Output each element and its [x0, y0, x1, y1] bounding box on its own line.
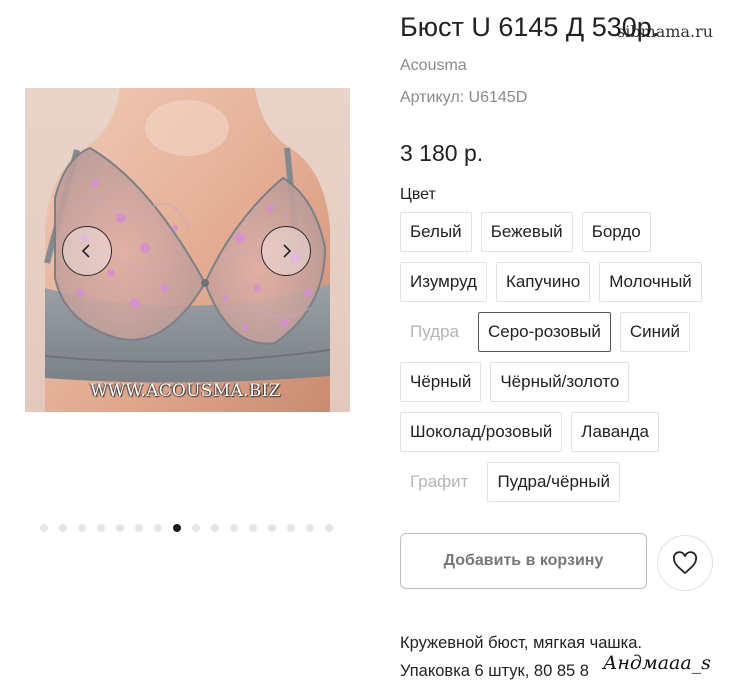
gallery-dot[interactable]: [230, 524, 238, 532]
gallery-dot[interactable]: [97, 524, 105, 532]
gallery-dot[interactable]: [173, 524, 181, 532]
color-option[interactable]: Чёрный: [400, 362, 482, 402]
gallery-dot[interactable]: [325, 524, 333, 532]
add-to-cart-button[interactable]: Добавить в корзину: [400, 533, 647, 589]
gallery-dot[interactable]: [154, 524, 162, 532]
image-watermark: WWW.ACOUSMA.BIZ: [90, 381, 281, 401]
gallery-dot[interactable]: [59, 524, 67, 532]
color-options: Белый Бежевый Бордо Изумруд Капучино Молочный…: [400, 212, 730, 502]
chevron-left-icon: [81, 244, 90, 258]
wishlist-button[interactable]: [657, 535, 713, 591]
color-label: Цвет: [400, 186, 436, 203]
color-option[interactable]: Шоколад/розовый: [400, 412, 563, 452]
color-option[interactable]: Пудра/чёрный: [487, 462, 621, 502]
product-brand: Acousma: [400, 57, 467, 74]
product-price: 3 180 р.: [400, 140, 484, 166]
color-option[interactable]: Чёрный/золото: [490, 362, 630, 402]
gallery-dot[interactable]: [192, 524, 200, 532]
chevron-right-icon: [283, 244, 292, 258]
gallery-pagination: [40, 524, 333, 532]
color-option[interactable]: Бордо: [581, 212, 651, 252]
color-option[interactable]: Молочный: [599, 262, 702, 302]
overlay-watermark-top: sibmama.ru: [617, 22, 714, 41]
gallery-dot[interactable]: [287, 524, 295, 532]
gallery-dot[interactable]: [306, 524, 314, 532]
gallery-dot[interactable]: [249, 524, 257, 532]
overlay-watermark-bottom: Андмааа_s: [603, 652, 711, 674]
gallery-dot[interactable]: [116, 524, 124, 532]
color-option[interactable]: Серо-розовый: [477, 312, 611, 352]
gallery-dot[interactable]: [268, 524, 276, 532]
gallery-dot[interactable]: [211, 524, 219, 532]
color-option[interactable]: Бежевый: [480, 212, 573, 252]
color-option[interactable]: Капучино: [495, 262, 591, 302]
product-sku: Артикул: U6145D: [400, 89, 528, 106]
color-option[interactable]: Изумруд: [400, 262, 487, 302]
color-option[interactable]: Синий: [619, 312, 690, 352]
gallery-prev-button[interactable]: [62, 226, 112, 276]
gallery-dot[interactable]: [78, 524, 86, 532]
color-option[interactable]: Лаванда: [571, 412, 659, 452]
color-option[interactable]: Белый: [400, 212, 472, 252]
color-option: Пудра: [400, 312, 469, 352]
gallery-dot[interactable]: [40, 524, 48, 532]
heart-icon: [673, 551, 697, 575]
color-option: Графит: [400, 462, 479, 502]
gallery-next-button[interactable]: [261, 226, 311, 276]
gallery-dot[interactable]: [135, 524, 143, 532]
